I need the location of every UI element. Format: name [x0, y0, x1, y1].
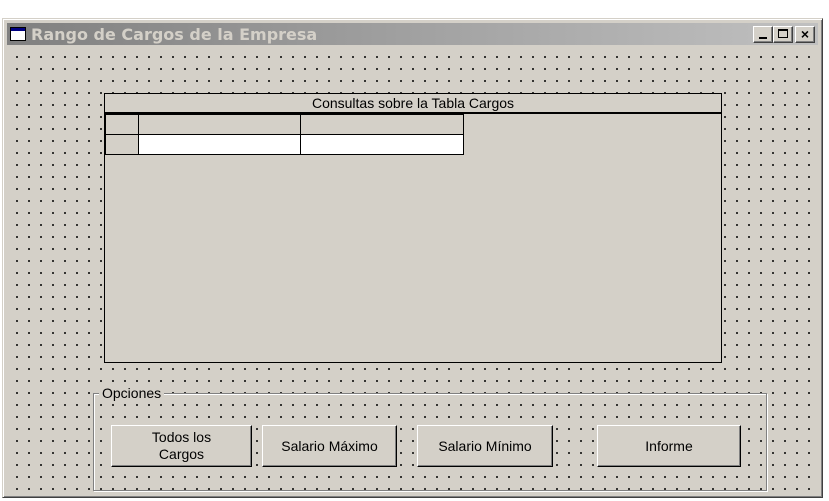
close-icon: ×	[800, 26, 810, 42]
window-title: Rango de Cargos de la Empresa	[31, 24, 318, 44]
grid-row	[105, 134, 464, 155]
title-bar[interactable]: Rango de Cargos de la Empresa ×	[7, 23, 818, 45]
minimize-button[interactable]	[753, 26, 773, 43]
close-button[interactable]: ×	[795, 26, 815, 43]
grid-cell[interactable]	[300, 134, 464, 155]
form-window: Rango de Cargos de la Empresa × Consulta…	[2, 18, 823, 498]
window-controls: ×	[753, 26, 815, 43]
maximize-button[interactable]	[773, 26, 793, 43]
column-header-2[interactable]	[300, 114, 464, 135]
salario-maximo-button[interactable]: Salario Máximo	[262, 425, 397, 467]
todos-cargos-button[interactable]: Todos los Cargos	[111, 425, 252, 467]
grid-cell[interactable]	[138, 134, 301, 155]
maximize-icon	[778, 29, 788, 38]
minimize-icon	[759, 37, 767, 39]
cargos-data-grid[interactable]: Consultas sobre la Tabla Cargos	[104, 93, 722, 363]
row-selector[interactable]	[105, 134, 139, 155]
form-design-surface: Consultas sobre la Tabla Cargos Opciones…	[7, 47, 818, 493]
grid-table	[105, 114, 464, 155]
form-icon[interactable]	[10, 27, 26, 41]
grid-corner-cell[interactable]	[105, 114, 139, 135]
column-header-1[interactable]	[138, 114, 301, 135]
grid-header-row	[105, 114, 464, 135]
informe-button[interactable]: Informe	[597, 425, 741, 467]
grid-caption: Consultas sobre la Tabla Cargos	[105, 94, 721, 114]
options-frame-label: Opciones	[99, 383, 165, 403]
salario-minimo-button[interactable]: Salario Mínimo	[417, 425, 553, 467]
